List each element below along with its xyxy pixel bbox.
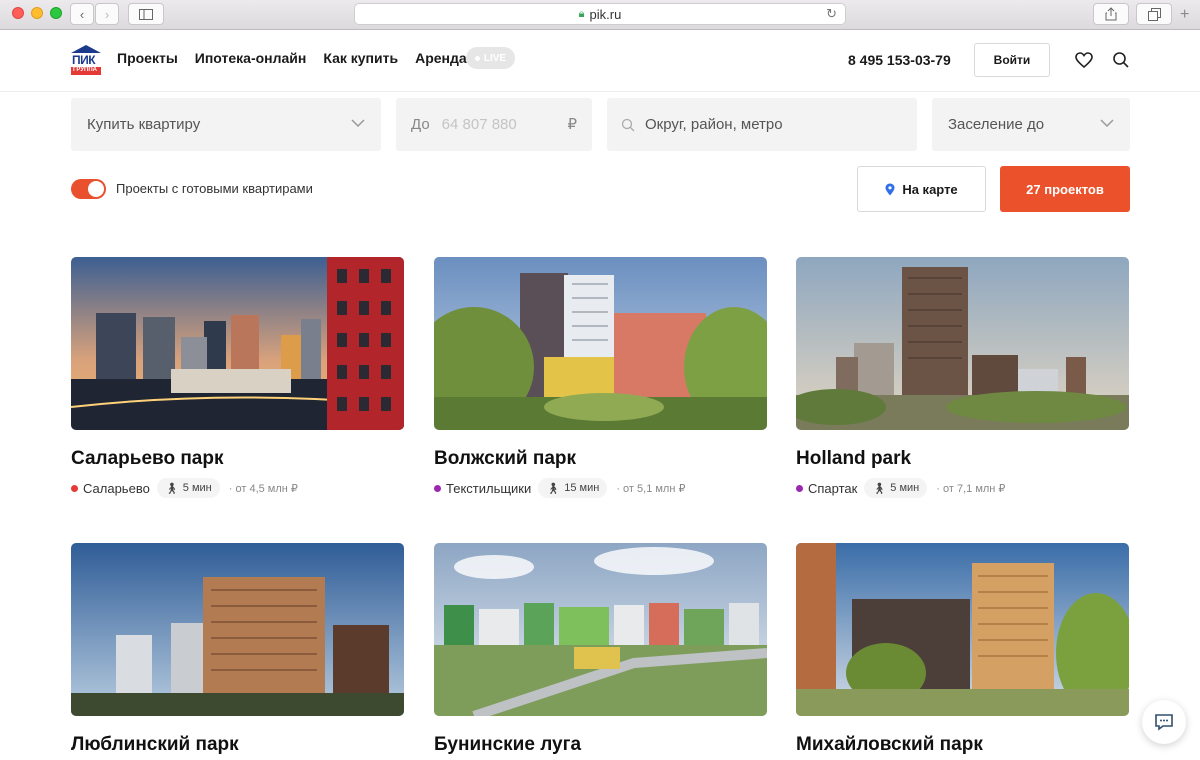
- logo-subtext: ГРУППА: [73, 67, 98, 73]
- metro-line-icon: [796, 484, 803, 492]
- project-meta: Текстильщики 🚶︎ 15 мин · от 5,1 млн ₽: [434, 478, 767, 498]
- walk-time-badge: 🚶︎ 5 мин: [156, 478, 220, 498]
- project-image[interactable]: [796, 543, 1129, 716]
- settlement-date-select[interactable]: Заселение до: [932, 98, 1130, 151]
- minimize-window-button[interactable]: [31, 7, 43, 19]
- walk-time: 5 мин: [182, 482, 212, 494]
- project-card[interactable]: Люблинский парк: [71, 543, 404, 756]
- live-dot-icon: [474, 55, 480, 61]
- project-card[interactable]: Holland park Спартак 🚶︎ 5 мин · от 7,1 м…: [796, 257, 1129, 498]
- walking-person-icon: 🚶︎: [546, 482, 561, 495]
- walking-person-icon: 🚶︎: [872, 482, 887, 495]
- project-meta: Саларьево 🚶︎ 5 мин · от 4,5 млн ₽: [71, 478, 404, 498]
- main-nav: Проекты Ипотека-онлайн Как купить Аренда: [117, 50, 467, 66]
- price-from: · от 5,1 млн ₽: [616, 482, 686, 495]
- address-bar[interactable]: 🔒︎ pik.ru ↻: [354, 3, 846, 25]
- search-icon[interactable]: [1111, 50, 1131, 70]
- close-window-button[interactable]: [12, 7, 24, 19]
- pik-logo[interactable]: ПИК ГРУППА: [70, 44, 102, 76]
- currency-label: ₽: [567, 116, 577, 133]
- share-icon: [1105, 7, 1117, 21]
- metro-station: Саларьево: [83, 480, 150, 496]
- toggle-knob: [88, 181, 104, 197]
- walking-person-icon: 🚶︎: [164, 482, 179, 495]
- url-text: pik.ru: [589, 6, 622, 22]
- price-from: · от 4,5 млн ₽: [228, 482, 298, 495]
- walk-time: 5 мин: [890, 482, 920, 494]
- price-prefix: До: [411, 116, 430, 133]
- project-card[interactable]: Волжский парк Текстильщики 🚶︎ 15 мин · о…: [434, 257, 767, 498]
- project-meta: Спартак 🚶︎ 5 мин · от 7,1 млн ₽: [796, 478, 1129, 498]
- nav-item-rent[interactable]: Аренда: [415, 50, 467, 66]
- chevron-down-icon: [1100, 119, 1114, 128]
- chevron-right-icon: ›: [104, 6, 110, 22]
- project-card[interactable]: Саларьево парк Саларьево 🚶︎ 5 мин · от 4…: [71, 257, 404, 498]
- price-max-input[interactable]: 64 807 880: [442, 116, 517, 133]
- chat-button[interactable]: [1142, 700, 1186, 744]
- purchase-type-value: Купить квартиру: [87, 116, 201, 133]
- project-image[interactable]: [434, 543, 767, 716]
- new-tab-button[interactable]: +: [1180, 6, 1189, 24]
- location-search-field[interactable]: Округ, район, метро: [607, 98, 917, 151]
- walk-time-badge: 🚶︎ 15 мин: [538, 478, 608, 498]
- chat-icon: [1155, 714, 1173, 731]
- login-button[interactable]: Войти: [974, 43, 1050, 77]
- site-header: ПИК ГРУППА Проекты Ипотека-онлайн Как ку…: [0, 30, 1200, 92]
- project-image[interactable]: [71, 257, 404, 430]
- price-value: от 5,1 млн ₽: [623, 482, 686, 495]
- ready-apartments-label[interactable]: Проекты с готовыми квартирами: [116, 181, 313, 196]
- metro-station: Текстильщики: [446, 480, 532, 496]
- price-value: от 4,5 млн ₽: [235, 482, 298, 495]
- walk-time-badge: 🚶︎ 5 мин: [864, 478, 928, 498]
- nav-item-projects[interactable]: Проекты: [117, 50, 178, 66]
- share-button[interactable]: [1093, 3, 1129, 25]
- nav-item-mortgage[interactable]: Ипотека-онлайн: [195, 50, 307, 66]
- project-image[interactable]: [796, 257, 1129, 430]
- project-title[interactable]: Holland park: [796, 448, 1129, 470]
- location-input[interactable]: Округ, район, метро: [645, 116, 783, 133]
- map-view-label: На карте: [902, 181, 958, 197]
- project-image[interactable]: [434, 257, 767, 430]
- reload-icon[interactable]: ↻: [826, 6, 837, 22]
- price-from: · от 7,1 млн ₽: [936, 482, 1006, 495]
- forward-button[interactable]: ›: [95, 3, 119, 25]
- project-title[interactable]: Люблинский парк: [71, 734, 404, 756]
- project-title[interactable]: Бунинские луга: [434, 734, 767, 756]
- price-max-field[interactable]: До 64 807 880 ₽: [396, 98, 592, 151]
- metro-line-icon: [71, 484, 78, 492]
- project-image[interactable]: [71, 543, 404, 716]
- heart-icon[interactable]: [1074, 50, 1094, 70]
- tabs-icon: [1147, 7, 1161, 21]
- tabs-overview-button[interactable]: [1136, 3, 1172, 25]
- nav-item-how-to-buy[interactable]: Как купить: [323, 50, 398, 66]
- settlement-date-value: Заселение до: [948, 116, 1045, 133]
- metro-line-icon: [434, 484, 441, 492]
- sidebar-toggle-button[interactable]: [128, 3, 164, 25]
- zoom-window-button[interactable]: [50, 7, 62, 19]
- sidebar-icon: [139, 8, 153, 20]
- browser-toolbar: ‹ › 🔒︎ pik.ru ↻ +: [0, 0, 1200, 30]
- map-pin-icon: [885, 183, 895, 195]
- back-button[interactable]: ‹: [70, 3, 94, 25]
- ready-apartments-toggle[interactable]: [71, 179, 106, 199]
- live-badge[interactable]: LIVE: [466, 47, 515, 69]
- project-title[interactable]: Волжский парк: [434, 448, 767, 470]
- price-value: от 7,1 млн ₽: [943, 482, 1006, 495]
- search-icon: [621, 118, 635, 131]
- phone-number[interactable]: 8 495 153-03-79: [848, 52, 951, 68]
- project-card[interactable]: Михайловский парк: [796, 543, 1129, 756]
- metro-station: Спартак: [808, 480, 858, 496]
- walk-time: 15 мин: [564, 482, 600, 494]
- logo-text: ПИК: [72, 53, 96, 67]
- show-projects-button[interactable]: 27 проектов: [1000, 166, 1130, 212]
- chevron-left-icon: ‹: [79, 6, 85, 22]
- chevron-down-icon: [351, 119, 365, 128]
- lock-icon: 🔒︎: [578, 7, 585, 20]
- purchase-type-select[interactable]: Купить квартиру: [71, 98, 381, 151]
- project-card[interactable]: Бунинские луга: [434, 543, 767, 756]
- live-label: LIVE: [483, 52, 507, 64]
- map-view-button[interactable]: На карте: [857, 166, 986, 212]
- project-title[interactable]: Саларьево парк: [71, 448, 404, 470]
- project-title[interactable]: Михайловский парк: [796, 734, 1129, 756]
